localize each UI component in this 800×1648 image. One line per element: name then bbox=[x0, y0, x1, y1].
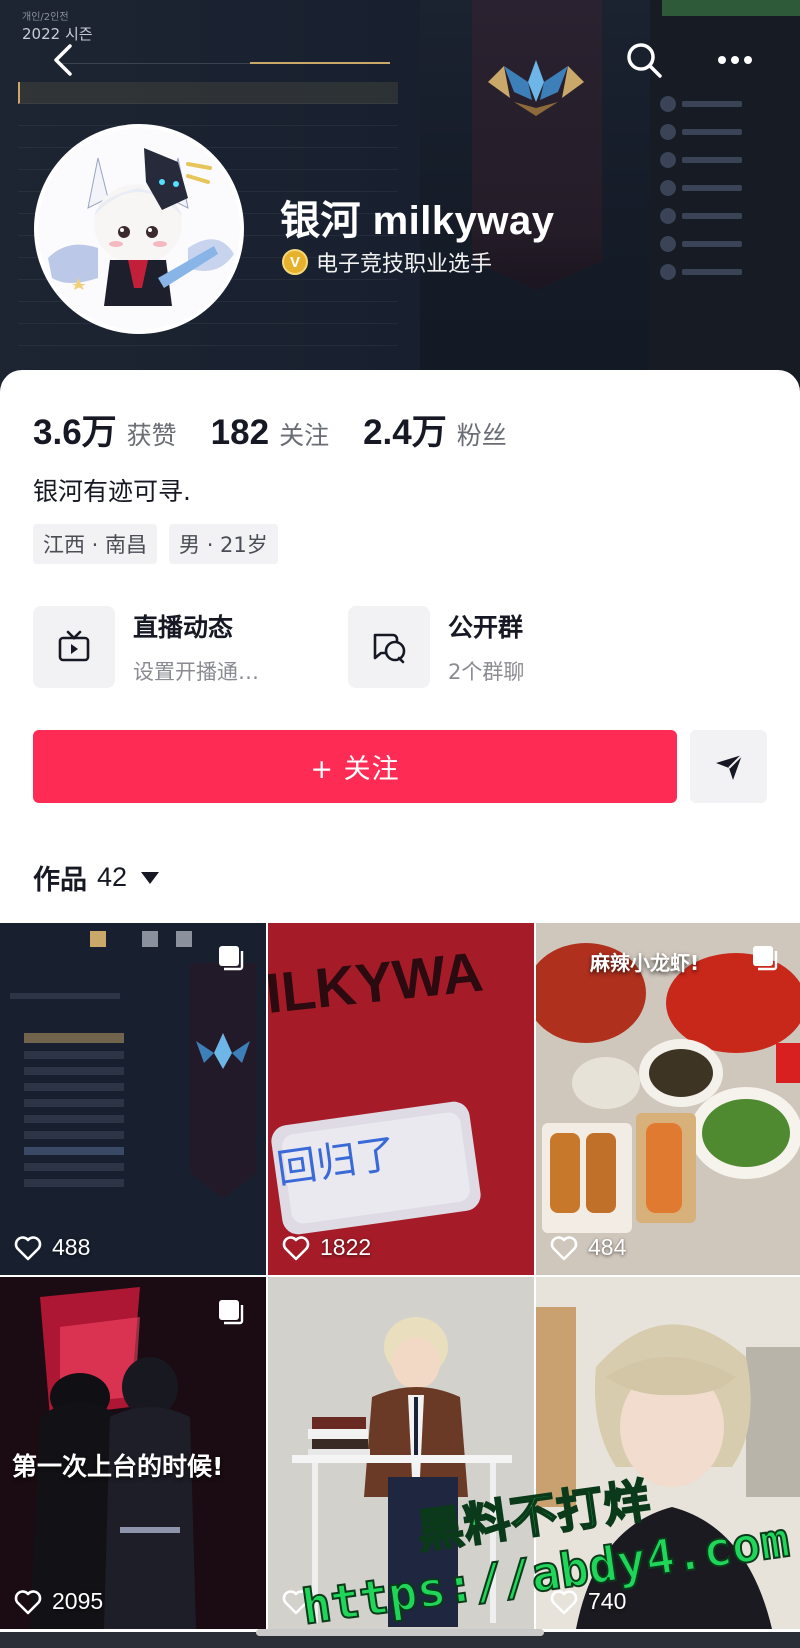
entry-subtitle: 2个群聊 bbox=[448, 660, 525, 684]
caret-down-icon bbox=[141, 871, 160, 884]
video-thumb[interactable]: 740 bbox=[536, 1277, 800, 1629]
multi-image-icon bbox=[753, 946, 778, 971]
heart-icon bbox=[282, 1235, 310, 1260]
thumb-game-screenshot bbox=[0, 923, 266, 1275]
verification-text: 电子竞技职业选手 bbox=[316, 252, 493, 277]
tv-icon bbox=[58, 630, 90, 662]
thumb-portrait-desk bbox=[268, 1277, 534, 1629]
profile-sheet: 3.6万 获赞 182 关注 2.4万 粉丝 银河有迹可寻. 江西 · 南昌 男… bbox=[0, 370, 800, 925]
tag-gender-age: 男 · 21岁 bbox=[169, 524, 278, 564]
stat-following[interactable]: 182 关注 bbox=[211, 413, 329, 453]
profile-cover: 개인/2인전 2022 시즌 银河 milkyway V 电子竞技职业选手 bbox=[0, 0, 800, 400]
cover-green-bar bbox=[662, 0, 800, 16]
video-thumb[interactable]: 488 bbox=[0, 923, 266, 1275]
follow-button[interactable]: + 关注 bbox=[33, 730, 677, 803]
stat-followers[interactable]: 2.4万 粉丝 bbox=[363, 404, 507, 455]
like-count: 740 bbox=[550, 1588, 626, 1615]
profile-tags: 江西 · 南昌 男 · 21岁 bbox=[33, 524, 278, 564]
stat-label: 粉丝 bbox=[456, 421, 507, 450]
chevron-left-icon bbox=[54, 44, 72, 76]
rank-emblem-icon bbox=[488, 60, 584, 116]
back-button[interactable] bbox=[44, 40, 84, 80]
verified-badge-icon: V bbox=[282, 249, 308, 275]
entry-title: 直播动态 bbox=[133, 613, 234, 642]
works-label: 作品 bbox=[33, 865, 87, 896]
avatar[interactable] bbox=[34, 124, 244, 334]
like-count: 484 bbox=[550, 1234, 626, 1261]
like-number: 740 bbox=[588, 1588, 627, 1614]
video-thumb[interactable]: 麻辣小龙虾! 484 bbox=[536, 923, 800, 1275]
like-count: 1822 bbox=[282, 1234, 371, 1261]
tag-location: 江西 · 南昌 bbox=[33, 524, 158, 564]
stat-label: 获赞 bbox=[126, 421, 177, 450]
home-indicator[interactable] bbox=[256, 1629, 544, 1636]
like-number: 1822 bbox=[320, 1234, 372, 1260]
more-button[interactable] bbox=[710, 42, 760, 78]
like-number: 484 bbox=[588, 1234, 627, 1260]
profile-nickname: 银河 milkyway bbox=[280, 199, 555, 243]
video-grid: 488 ILKYWA 回归了 1822 麻辣小龙虾! 484 第一次上台的时候!… bbox=[0, 923, 800, 1648]
group-icon-box bbox=[348, 606, 430, 688]
multi-image-icon bbox=[219, 946, 244, 971]
cover-season: 개인/2인전 2022 시즌 bbox=[22, 12, 93, 43]
heart-icon bbox=[14, 1589, 42, 1614]
stat-number: 182 bbox=[210, 413, 270, 452]
works-count: 42 bbox=[97, 862, 128, 892]
thumb-portrait-closeup bbox=[536, 1277, 800, 1629]
like-number: 2095 bbox=[52, 1588, 104, 1614]
like-count: 488 bbox=[14, 1234, 90, 1261]
chat-bubbles-icon bbox=[373, 633, 406, 664]
works-tab[interactable]: 作品 42 bbox=[33, 858, 160, 897]
cover-friends-list bbox=[660, 90, 790, 286]
stat-number: 3.6万 bbox=[33, 413, 117, 452]
search-icon bbox=[627, 43, 662, 78]
live-updates-entry[interactable]: 直播动态 设置开播通… bbox=[33, 606, 259, 688]
video-thumb[interactable] bbox=[268, 1277, 534, 1629]
thumb-caption: 第一次上台的时候! bbox=[12, 1452, 224, 1481]
profile-bio: 银河有迹可寻. bbox=[33, 477, 191, 506]
video-thumb[interactable]: 第一次上台的时候! 2095 bbox=[0, 1277, 266, 1629]
heart-icon bbox=[550, 1235, 578, 1260]
heart-icon bbox=[282, 1590, 310, 1615]
more-dot-icon bbox=[731, 56, 739, 64]
send-icon bbox=[715, 753, 743, 780]
search-button[interactable] bbox=[622, 38, 666, 82]
heart-icon bbox=[14, 1235, 42, 1260]
cover-tab-underline bbox=[250, 62, 390, 64]
video-thumb[interactable]: ILKYWA 回归了 1822 bbox=[268, 923, 534, 1275]
message-button[interactable] bbox=[690, 730, 767, 803]
stat-likes[interactable]: 3.6万 获赞 bbox=[33, 404, 177, 455]
public-group-entry[interactable]: 公开群 2个群聊 bbox=[348, 606, 524, 688]
thumb-jersey-photo: ILKYWA bbox=[268, 923, 534, 1275]
entry-title: 公开群 bbox=[448, 613, 524, 642]
more-dot-icon bbox=[718, 56, 726, 64]
live-icon-box bbox=[33, 606, 115, 688]
like-count bbox=[282, 1589, 320, 1615]
like-count: 2095 bbox=[14, 1588, 103, 1615]
multi-image-icon bbox=[219, 1300, 244, 1325]
thumb-caption: 麻辣小龙虾! bbox=[590, 951, 700, 975]
heart-icon bbox=[550, 1589, 578, 1614]
stats-row: 3.6万 获赞 182 关注 2.4万 粉丝 bbox=[33, 404, 541, 455]
verification-row: V 电子竞技职业选手 bbox=[282, 246, 492, 278]
stat-number: 2.4万 bbox=[363, 413, 447, 452]
like-number: 488 bbox=[52, 1234, 91, 1260]
stat-label: 关注 bbox=[279, 421, 330, 450]
more-dot-icon bbox=[744, 56, 752, 64]
entry-subtitle: 设置开播通… bbox=[133, 660, 259, 684]
avatar-illustration bbox=[38, 128, 240, 330]
